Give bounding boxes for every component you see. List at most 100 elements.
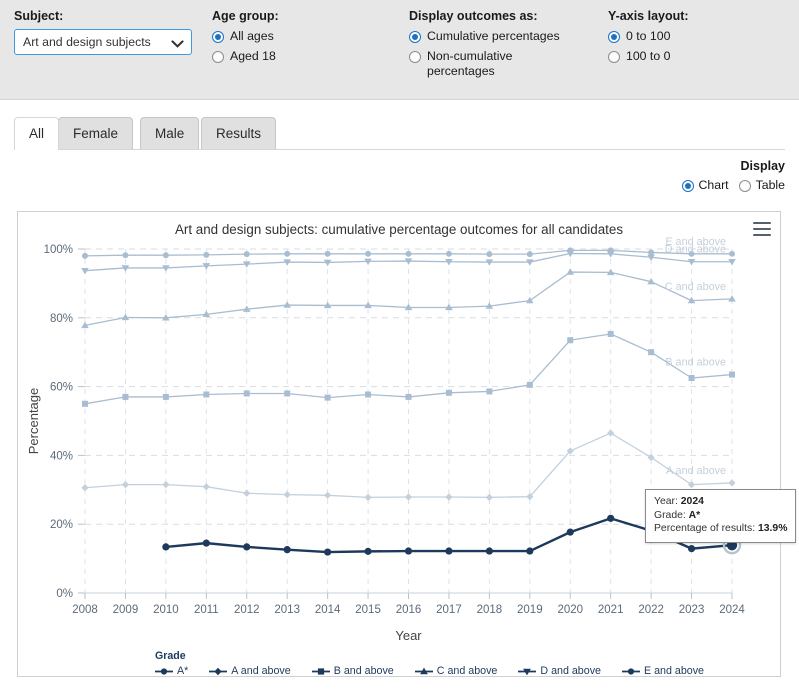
data-point [729,250,735,257]
filter-group-y-axis: Y-axis layout: 0 to 100 100 to 0 [608,9,788,69]
data-point [364,493,372,501]
series-label-b-and-above: B and above [665,357,726,369]
radio-non-cumulative[interactable]: Non-cumulative percentages [409,49,604,79]
filter-group-display-outcomes: Display outcomes as: Cumulative percenta… [409,9,604,84]
x-tick-label: 2009 [113,604,139,616]
x-tick-label: 2014 [315,604,341,616]
x-tick-label: 2012 [234,604,260,616]
data-point [284,390,291,397]
subject-label: Subject: [14,9,64,23]
radio-display-chart-label: Chart [698,178,729,192]
radio-y-0-to-100-icon[interactable] [608,31,620,43]
data-point [445,547,453,555]
radio-display-chart[interactable]: Chart [681,178,729,192]
data-point [404,547,413,555]
legend-marker-square-icon [311,667,330,675]
data-point [729,371,735,378]
y-tick-label: 100% [44,244,73,256]
radio-y-0-to-100[interactable]: 0 to 100 [608,29,788,44]
tab-results-label: Results [216,126,262,141]
legend-item-c-and-above[interactable]: C and above [414,665,497,677]
data-point [324,394,331,401]
display-title: Display [740,159,785,173]
radio-non-cumulative-icon[interactable] [409,51,421,63]
data-point [648,249,655,256]
series-label-a-and-above: A and above [666,465,726,477]
data-point [121,481,130,489]
legend-item-b-and-above[interactable]: B and above [311,665,394,677]
data-point [607,429,615,437]
data-point [485,547,493,555]
x-tick-label: 2022 [638,604,664,616]
data-point [526,296,534,304]
data-point [405,393,412,400]
radio-all-ages-icon[interactable] [212,31,224,43]
legend-marker-circle-icon [621,667,640,675]
x-tick-label: 2013 [274,604,300,616]
data-point [81,484,89,492]
radio-y-100-to-0-label: 100 to 0 [626,49,671,63]
data-point [526,547,534,555]
tab-bar: All Female Male Results [14,117,785,150]
x-tick-label: 2023 [679,604,705,616]
data-point [526,381,533,388]
y-tick-label: 80% [50,313,73,325]
data-point [317,667,324,675]
legend-item-e-and-above[interactable]: E and above [621,665,705,677]
radio-aged-18-label: Aged 18 [230,49,276,63]
data-point [486,388,493,395]
tab-female-label: Female [73,126,119,141]
legend-label: E and above [643,665,705,677]
y-tick-label: 60% [50,382,73,394]
legend-marker-triangle-icon [414,667,433,674]
radio-display-chart-icon[interactable] [681,180,694,192]
data-point [283,491,291,499]
data-point [203,391,210,398]
legend-item-a-and-above[interactable]: A and above [209,665,291,677]
data-point [82,400,88,407]
radio-y-100-to-0[interactable]: 100 to 0 [608,49,788,64]
data-point [324,491,332,499]
data-point [445,493,453,501]
data-point [122,252,129,259]
data-point [627,667,635,675]
radio-cumulative-icon[interactable] [409,31,421,43]
data-point [162,252,169,259]
data-point [728,479,736,487]
subject-select[interactable]: Art and design subjects [14,29,192,55]
legend-label: A and above [231,665,291,677]
data-point [202,539,210,547]
legend-marker-diamond-icon [209,667,228,675]
tab-male[interactable]: Male [140,117,200,149]
radio-all-ages[interactable]: All ages [212,29,402,44]
tab-all[interactable]: All [14,117,60,150]
x-tick-label: 2010 [153,604,179,616]
legend-marker-circle-icon [155,667,173,675]
legend-item-d-and-above[interactable]: D and above [518,665,601,677]
x-tick-label: 2017 [436,604,462,616]
radio-display-table[interactable]: Table [738,178,785,192]
data-point [214,667,222,675]
radio-aged-18[interactable]: Aged 18 [212,49,402,64]
data-point [445,250,452,257]
tooltip-year-label: Year: [654,496,678,507]
radio-cumulative[interactable]: Cumulative percentages [409,29,604,44]
tab-results[interactable]: Results [201,117,277,149]
tab-female[interactable]: Female [58,117,134,149]
data-point [365,250,372,257]
data-point [405,250,412,257]
radio-display-table-icon[interactable] [738,180,751,192]
display-toggle: Display Chart Table [681,158,785,192]
x-tick-label: 2019 [517,604,543,616]
data-point [82,252,88,259]
tooltip-pct-value: 13.9% [757,523,788,534]
legend-item-a-[interactable]: A* [155,665,188,677]
data-point [243,543,251,551]
x-tick-label: 2008 [72,604,98,616]
x-tick-label: 2016 [396,604,422,616]
radio-aged-18-icon[interactable] [212,51,224,63]
data-point [728,295,736,302]
tooltip-grade-label: Grade: [654,509,686,521]
series-label-c-and-above: C and above [665,281,726,293]
radio-y-100-to-0-icon[interactable] [608,51,620,63]
